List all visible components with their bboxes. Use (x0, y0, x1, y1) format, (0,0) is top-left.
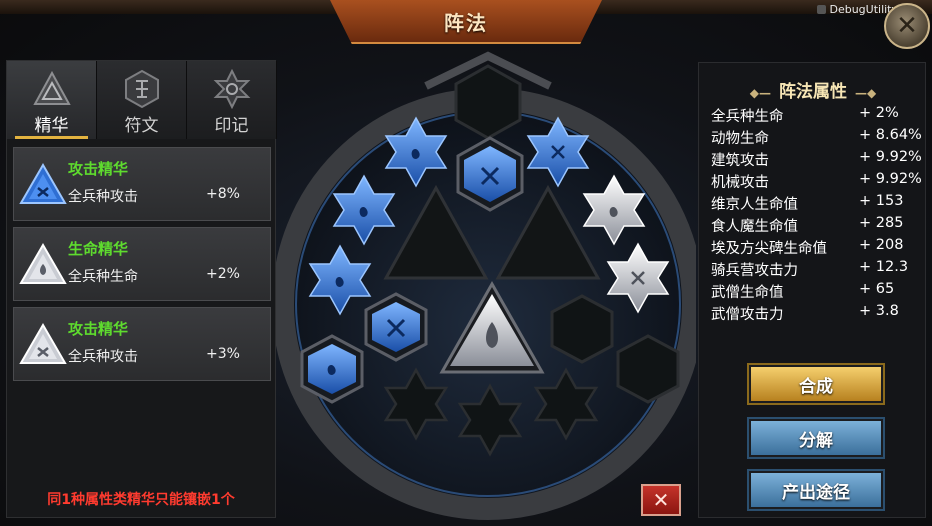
tab-essence-label: 精华 (34, 116, 69, 136)
attributes-panel: ◆— 阵法属性 —◆ 全兵种生命 + 2% 动物生命 + 8.64% 建筑攻击 + 9.9… (698, 62, 926, 518)
tab-mark-label: 印记 (214, 116, 249, 136)
formation-board (276, 46, 696, 526)
blue-triangle-gem-icon (19, 163, 67, 204)
attribute-value: + 153 (859, 193, 904, 209)
attribute-value: + 12.3 (859, 259, 909, 275)
tab-mark[interactable]: 印记 (187, 61, 277, 139)
board-svg (276, 51, 696, 520)
warning-note: 同1种属性类精华只能镶嵌1个 (47, 492, 235, 508)
essence-stat: 全兵种攻击 (68, 189, 138, 205)
essence-stat: 全兵种生命 (68, 269, 138, 285)
attribute-name: 动物生命 (711, 131, 769, 147)
essence-card[interactable]: 生命精华 全兵种生命 +2% (13, 227, 271, 301)
combine-button[interactable]: 合成 (747, 363, 885, 405)
essence-panel: 精华 符文 印记 攻击精华 全兵种攻击 +8% 生命精华 全兵种生命 +2% 攻… (6, 60, 277, 518)
essence-name: 攻击精华 (68, 160, 129, 178)
attribute-value: + 2% (859, 105, 899, 121)
attribute-name: 武僧攻击力 (711, 307, 784, 323)
attribute-name: 机械攻击 (711, 175, 769, 191)
attributes-list: 全兵种生命 + 2% 动物生命 + 8.64% 建筑攻击 + 9.92% 机械攻击 + … (711, 105, 923, 325)
attribute-name: 食人魔生命值 (711, 219, 798, 235)
attribute-name: 全兵种生命 (711, 109, 784, 125)
essence-list: 攻击精华 全兵种攻击 +8% 生命精华 全兵种生命 +2% 攻击精华 全兵种攻击… (13, 147, 271, 387)
formation-screen: 阵法 DebugUtility ✕ 精华 符文 印记 攻击精华 全兵种攻击 +8… (0, 0, 932, 526)
attribute-name: 建筑攻击 (711, 153, 769, 169)
attribute-row: 机械攻击 + 9.92% (711, 171, 923, 193)
attribute-row: 全兵种生命 + 2% (711, 105, 923, 127)
attribute-name: 武僧生命值 (711, 285, 784, 301)
tab-bar: 精华 符文 印记 (7, 61, 277, 139)
essence-stat: 全兵种攻击 (68, 349, 138, 365)
star-rune-icon (213, 69, 251, 109)
silver-triangle-gem-icon (19, 323, 67, 364)
page-title: 阵法 (444, 10, 488, 35)
slot-hexagon-empty[interactable] (550, 294, 614, 364)
attribute-value: + 9.92% (859, 149, 922, 165)
essence-name: 攻击精华 (68, 320, 129, 338)
silver-triangle-gem-icon (19, 243, 67, 284)
essence-name: 生命精华 (68, 240, 129, 258)
attribute-value: + 65 (859, 281, 895, 297)
debug-checkbox-icon[interactable] (817, 5, 827, 14)
close-icon: ✕ (896, 11, 918, 41)
attribute-row: 骑兵营攻击力 + 12.3 (711, 259, 923, 281)
essence-value: +3% (206, 346, 240, 362)
slot-hexagon-blue[interactable] (300, 334, 364, 404)
triangle-rune-icon (33, 70, 71, 105)
hexagon-rune-icon (125, 69, 159, 109)
attribute-value: + 208 (859, 237, 904, 253)
delete-icon: ✕ (652, 488, 670, 512)
attributes-header: ◆— 阵法属性 —◆ (699, 77, 927, 102)
attribute-name: 骑兵营攻击力 (711, 263, 798, 279)
attribute-value: + 9.92% (859, 171, 922, 187)
slot-hexagon-blue[interactable] (364, 292, 428, 362)
tab-rune[interactable]: 符文 (97, 61, 187, 139)
attribute-name: 维京人生命值 (711, 197, 798, 213)
attribute-row: 埃及方尖碑生命值 + 208 (711, 237, 923, 259)
essence-value: +2% (206, 266, 240, 282)
essence-card[interactable]: 攻击精华 全兵种攻击 +3% (13, 307, 271, 381)
decompose-button[interactable]: 分解 (747, 417, 885, 459)
essence-value: +8% (206, 186, 240, 202)
source-button[interactable]: 产出途径 (747, 469, 885, 511)
attribute-value: + 3.8 (859, 303, 899, 319)
attribute-row: 食人魔生命值 + 285 (711, 215, 923, 237)
attribute-value: + 8.64% (859, 127, 922, 143)
tab-rune-label: 符文 (124, 116, 159, 136)
attribute-name: 埃及方尖碑生命值 (711, 241, 827, 257)
attribute-row: 维京人生命值 + 153 (711, 193, 923, 215)
tab-essence[interactable]: 精华 (7, 61, 97, 139)
title-banner: 阵法 (330, 0, 602, 44)
delete-button[interactable]: ✕ (641, 484, 681, 516)
slot-hexagon-empty[interactable] (616, 334, 680, 404)
attribute-row: 建筑攻击 + 9.92% (711, 149, 923, 171)
attribute-row: 武僧攻击力 + 3.8 (711, 303, 923, 325)
header-diamond-icon: ◆— (749, 86, 771, 100)
header-diamond-icon: —◆ (855, 86, 877, 100)
essence-card[interactable]: 攻击精华 全兵种攻击 +8% (13, 147, 271, 221)
attribute-value: + 285 (859, 215, 904, 231)
close-button[interactable]: ✕ (884, 3, 930, 49)
attribute-row: 动物生命 + 8.64% (711, 127, 923, 149)
attributes-title: 阵法属性 (779, 82, 847, 102)
attribute-row: 武僧生命值 + 65 (711, 281, 923, 303)
